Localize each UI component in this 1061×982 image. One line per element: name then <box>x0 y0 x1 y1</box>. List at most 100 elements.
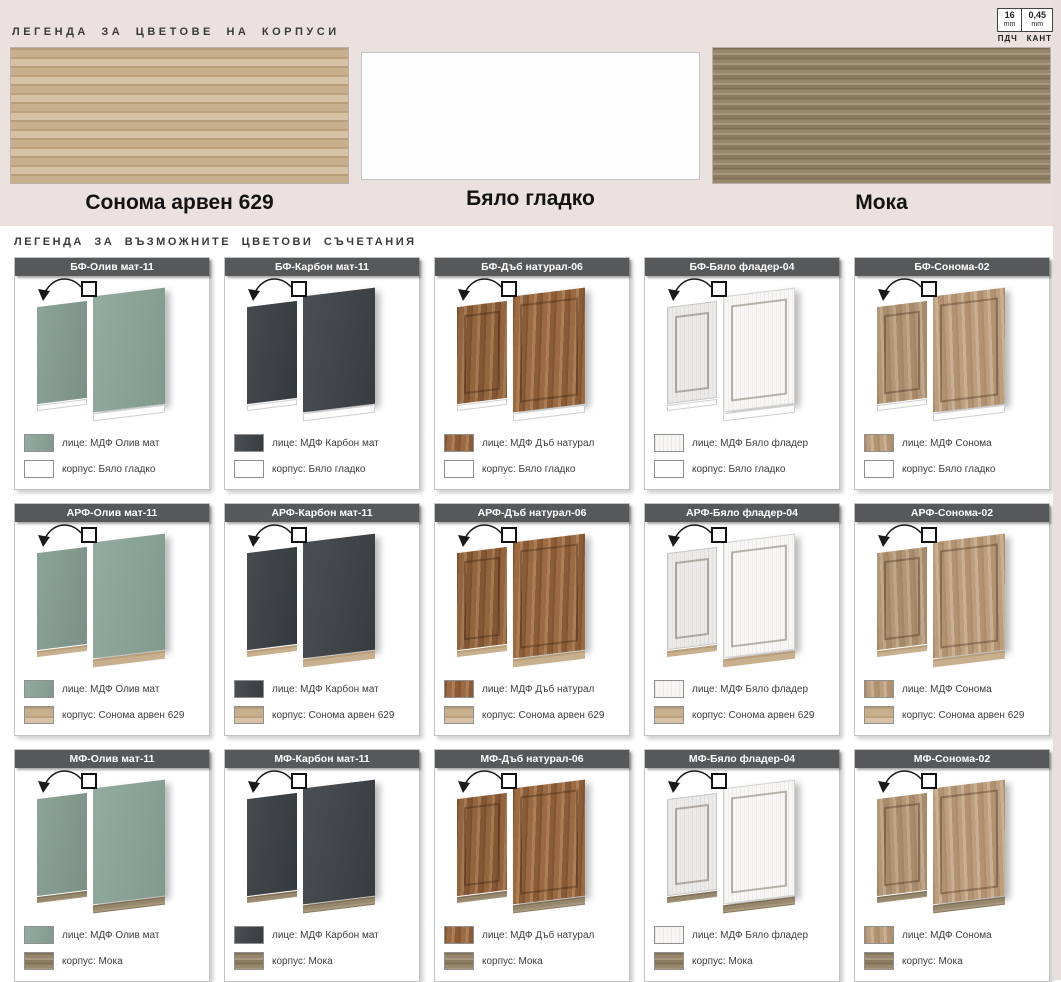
card-legend: лице: МДФ Сонома корпус: Бяло гладко <box>855 428 1049 478</box>
face-legend-row: лице: МДФ Дъб натурал <box>444 926 620 944</box>
combo-card-title: АРФ-Карбон мат-11 <box>271 507 372 519</box>
body-color-chip <box>864 952 894 970</box>
combo-card-header: АРФ-Дъб натурал-06 <box>435 504 629 522</box>
body-label: корпус: Мока <box>692 956 753 967</box>
hinge-square-icon <box>81 773 97 789</box>
combo-card-header: АРФ-Бяло фладер-04 <box>645 504 839 522</box>
body-label: корпус: Мока <box>902 956 963 967</box>
open-direction-arrow-icon <box>449 767 509 801</box>
hinge-square-icon <box>501 773 517 789</box>
card-legend: лице: МДФ Олив мат корпус: Мока <box>15 920 209 970</box>
face-color-chip <box>654 680 684 698</box>
body-color-chip <box>24 706 54 724</box>
face-legend-row: лице: МДФ Сонома <box>864 926 1040 944</box>
combo-card-title: МФ-Олив мат-11 <box>70 753 155 765</box>
open-direction-arrow-icon <box>869 521 929 555</box>
face-label: лице: МДФ Бяло фладер <box>692 684 808 695</box>
body-legend-row: корпус: Мока <box>654 952 830 970</box>
door-illustration <box>645 522 839 674</box>
hinge-square-icon <box>921 281 937 297</box>
body-legend-row: корпус: Бяло гладко <box>864 460 1040 478</box>
door-panel-front <box>933 288 1005 413</box>
body-color-swatch-item: Сонома арвен 629 <box>10 47 349 215</box>
face-color-chip <box>864 434 894 452</box>
face-color-chip <box>234 680 264 698</box>
door-panel-front <box>303 534 375 659</box>
body-color-chip <box>654 952 684 970</box>
open-direction-arrow-icon <box>869 767 929 801</box>
door-panel-front <box>513 780 585 905</box>
face-color-chip <box>654 434 684 452</box>
door-illustration <box>855 768 1049 920</box>
card-legend: лице: МДФ Бяло фладер корпус: Бяло гладк… <box>645 428 839 478</box>
body-legend-row: корпус: Сонома арвен 629 <box>444 706 620 724</box>
open-direction-arrow-icon <box>869 275 929 309</box>
kant-label: КАНТ <box>1027 34 1052 43</box>
card-legend: лице: МДФ Олив мат корпус: Сонома арвен … <box>15 674 209 724</box>
face-legend-row: лице: МДФ Дъб натурал <box>444 680 620 698</box>
open-direction-arrow-icon <box>239 767 299 801</box>
combo-card-title: АРФ-Сонома-02 <box>911 507 993 519</box>
face-label: лице: МДФ Сонома <box>902 930 992 941</box>
door-panel-front <box>933 780 1005 905</box>
combo-card: АРФ-Олив мат-11 лице: МДФ Олив мат корпу… <box>14 503 210 736</box>
body-color-chip <box>444 460 474 478</box>
body-color-chip <box>864 460 894 478</box>
face-legend-row: лице: МДФ Олив мат <box>24 926 200 944</box>
door-panel-front <box>513 534 585 659</box>
face-label: лице: МДФ Сонома <box>902 684 992 695</box>
body-color-chip <box>444 706 474 724</box>
door-illustration <box>15 522 209 674</box>
door-panel-back <box>877 547 927 650</box>
board-thickness-cell: 16 mm <box>998 9 1022 31</box>
card-legend: лице: МДФ Дъб натурал корпус: Сонома арв… <box>435 674 629 724</box>
body-label: корпус: Сонома арвен 629 <box>482 710 604 721</box>
body-legend-row: корпус: Мока <box>444 952 620 970</box>
body-color-chip <box>654 706 684 724</box>
face-legend-row: лице: МДФ Сонома <box>864 680 1040 698</box>
door-illustration <box>435 768 629 920</box>
edge-spec-labels: ПДЧ КАНТ <box>997 32 1053 43</box>
open-direction-arrow-icon <box>239 521 299 555</box>
card-legend: лице: МДФ Бяло фладер корпус: Мока <box>645 920 839 970</box>
body-color-chip <box>234 952 264 970</box>
edge-band-thickness-value: 0,45 <box>1028 11 1046 21</box>
color-combinations-section: ЛЕГЕНДА ЗА ВЪЗМОЖНИТЕ ЦВЕТОВИ СЪЧЕТАНИЯ … <box>0 226 1061 982</box>
combo-card-title: БФ-Сонома-02 <box>914 261 989 273</box>
open-direction-arrow-icon <box>449 275 509 309</box>
page-edge-strip <box>1053 0 1061 980</box>
door-panel-front <box>303 780 375 905</box>
combo-card-title: БФ-Бяло фладер-04 <box>690 261 795 273</box>
body-color-chip <box>654 460 684 478</box>
open-direction-arrow-icon <box>29 521 89 555</box>
door-panel-front <box>513 288 585 413</box>
combination-cards-grid: БФ-Олив мат-11 лице: МДФ Олив мат корпус… <box>14 257 1061 982</box>
body-label: корпус: Сонома арвен 629 <box>902 710 1024 721</box>
face-label: лице: МДФ Карбон мат <box>272 438 379 449</box>
body-color-chip <box>24 952 54 970</box>
face-legend-row: лице: МДФ Карбон мат <box>234 926 410 944</box>
face-label: лице: МДФ Карбон мат <box>272 930 379 941</box>
board-thickness-unit: mm <box>1004 21 1016 29</box>
face-label: лице: МДФ Дъб натурал <box>482 930 594 941</box>
card-legend: лице: МДФ Дъб натурал корпус: Бяло гладк… <box>435 428 629 478</box>
body-label: корпус: Сонома арвен 629 <box>692 710 814 721</box>
door-panel-back <box>457 301 507 404</box>
combo-card-header: БФ-Олив мат-11 <box>15 258 209 276</box>
body-legend-row: корпус: Бяло гладко <box>444 460 620 478</box>
combo-card: АРФ-Карбон мат-11 лице: МДФ Карбон мат к… <box>224 503 420 736</box>
body-color-chip <box>234 706 264 724</box>
face-color-chip <box>24 680 54 698</box>
pdch-label: ПДЧ <box>998 34 1018 43</box>
door-panel-back <box>37 547 87 650</box>
door-panel-back <box>37 793 87 896</box>
body-legend-row: корпус: Мока <box>864 952 1040 970</box>
body-label: корпус: Бяло гладко <box>902 464 995 475</box>
combo-card: МФ-Олив мат-11 лице: МДФ Олив мат корпус… <box>14 749 210 982</box>
body-legend-row: корпус: Сонома арвен 629 <box>654 706 830 724</box>
combo-card-header: БФ-Сонома-02 <box>855 258 1049 276</box>
body-legend-row: корпус: Сонома арвен 629 <box>24 706 200 724</box>
face-label: лице: МДФ Бяло фладер <box>692 438 808 449</box>
body-label: корпус: Бяло гладко <box>62 464 155 475</box>
door-panel-front <box>723 288 795 413</box>
